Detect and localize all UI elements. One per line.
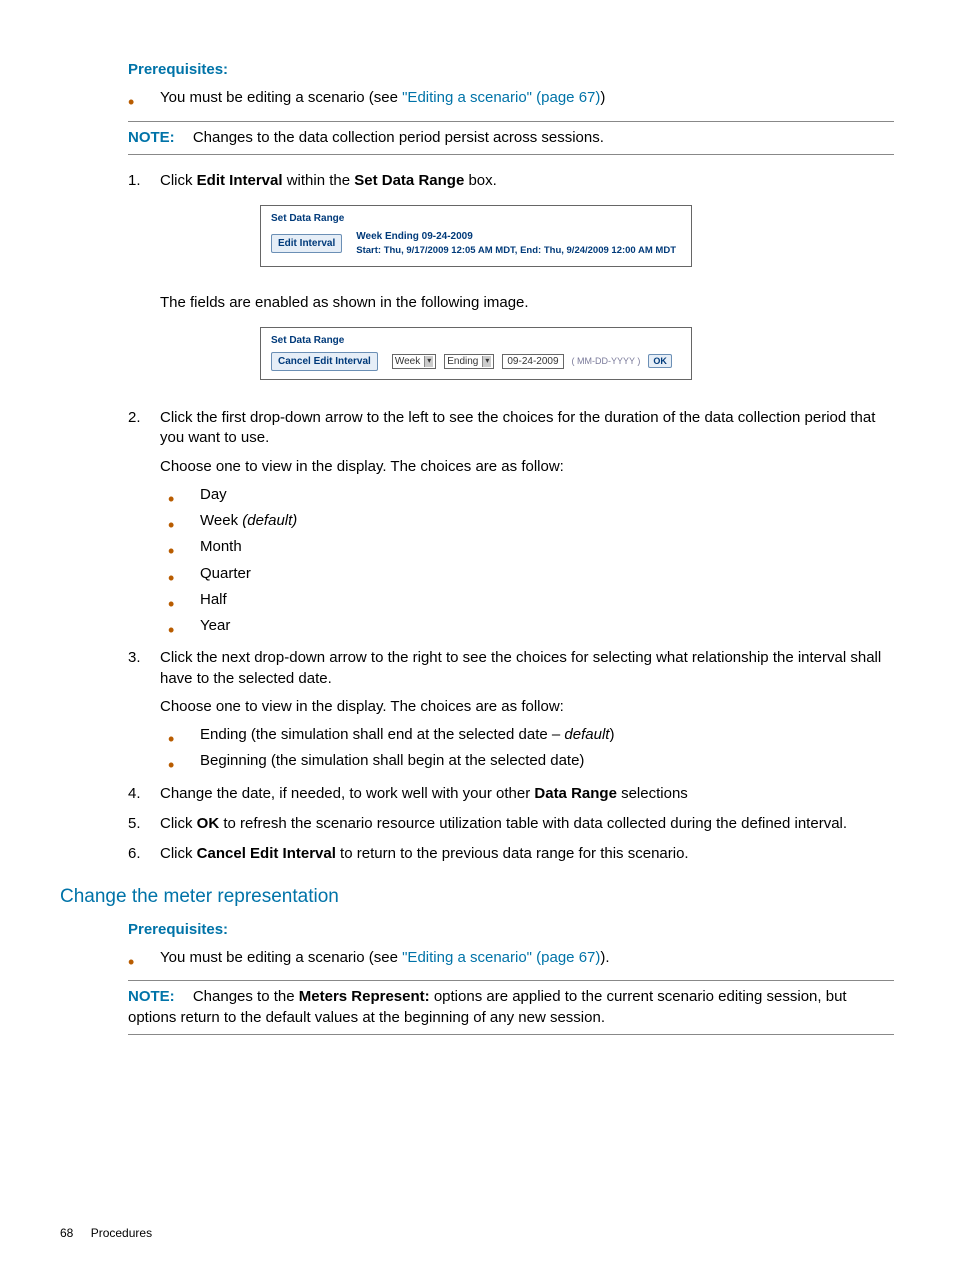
duration-options-list: Day Week (default) Month Quarter Half Ye… [60,485,894,637]
page-footer: 68 Procedures [60,1225,152,1241]
step-5: Click OK to refresh the scenario resourc… [60,814,894,834]
note-text: Changes to the data collection period pe… [193,129,604,146]
step1-followup: The fields are enabled as shown in the f… [160,293,894,313]
step-2: Click the first drop-down arrow to the l… [60,408,894,636]
step6-post: to return to the previous data range for… [336,845,689,862]
option-quarter: Quarter [60,564,894,584]
fig1-line1: Week Ending 09-24-2009 [356,230,676,244]
note-box-2: NOTE: Changes to the Meters Represent: o… [128,980,894,1035]
step3-p1: Click the next drop-down arrow to the ri… [160,649,881,686]
option-half: Half [60,590,894,610]
option-beginning: Beginning (the simulation shall begin at… [60,751,894,771]
note2-pre: Changes to the [193,988,299,1005]
date-format-hint: ( MM-DD-YYYY ) [572,355,641,367]
step-3: Click the next drop-down arrow to the ri… [60,648,894,771]
prereq-item: You must be editing a scenario (see "Edi… [60,88,894,108]
procedure-steps: Click Edit Interval within the Set Data … [60,171,894,865]
option-ending: Ending (the simulation shall end at the … [60,725,894,745]
note-box: NOTE: Changes to the data collection per… [128,121,894,155]
step1-b1: Edit Interval [197,172,283,189]
chevron-down-icon: ▾ [424,356,433,367]
ok-button[interactable]: OK [648,354,672,368]
step3-p2: Choose one to view in the display. The c… [160,697,894,717]
prereq-text-suffix: ) [600,89,605,106]
step6-pre: Click [160,845,197,862]
prereq-item-2: You must be editing a scenario (see "Edi… [60,948,894,968]
option-week-label: Week [200,512,242,529]
prereq2-prefix: You must be editing a scenario (see [160,949,402,966]
fig1-title: Set Data Range [271,212,681,226]
option-ending-pre: Ending (the simulation shall end at the … [200,726,564,743]
step4-post: selections [617,785,688,802]
fig2-title: Set Data Range [271,334,681,348]
prereq-list-2: You must be editing a scenario (see "Edi… [60,948,894,968]
footer-title: Procedures [91,1226,152,1240]
prereq-text-prefix: You must be editing a scenario (see [160,89,402,106]
fig1-line2: Start: Thu, 9/17/2009 12:05 AM MDT, End:… [356,245,676,258]
option-ending-post: ) [609,726,614,743]
step1-post: box. [464,172,497,189]
option-week: Week (default) [60,511,894,531]
prereq2-suffix: ). [600,949,609,966]
step5-pre: Click [160,815,197,832]
step-4: Change the date, if needed, to work well… [60,784,894,804]
chevron-down-icon: ▾ [482,356,491,367]
prereq-list: You must be editing a scenario (see "Edi… [60,88,894,108]
relation-select-value: Ending [447,355,478,369]
note2-b1: Meters Represent: [299,988,430,1005]
edit-interval-button[interactable]: Edit Interval [271,234,342,254]
step2-p2: Choose one to view in the display. The c… [160,457,894,477]
duration-select-value: Week [395,355,420,369]
option-year: Year [60,616,894,636]
option-ending-default: default [564,726,609,743]
date-input[interactable]: 09-24-2009 [502,354,563,370]
prerequisites-heading-2: Prerequisites: [128,920,894,940]
section-heading-meter: Change the meter representation [60,884,894,910]
figure-set-data-range-editable: Set Data Range Cancel Edit Interval Week… [260,327,692,380]
step2-p1: Click the first drop-down arrow to the l… [160,409,875,446]
duration-select[interactable]: Week ▾ [392,354,436,370]
note-label: NOTE: [128,129,175,146]
option-day: Day [60,485,894,505]
option-month: Month [60,537,894,557]
step-6: Click Cancel Edit Interval to return to … [60,844,894,864]
page-number: 68 [60,1226,73,1240]
link-editing-scenario-2[interactable]: "Editing a scenario" (page 67) [402,949,600,966]
step4-b1: Data Range [534,785,617,802]
link-editing-scenario[interactable]: "Editing a scenario" (page 67) [402,89,600,106]
step1-b2: Set Data Range [354,172,464,189]
cancel-edit-interval-button[interactable]: Cancel Edit Interval [271,352,378,372]
step-1: Click Edit Interval within the Set Data … [60,171,894,398]
figure-set-data-range-readonly: Set Data Range Edit Interval Week Ending… [260,205,692,267]
prerequisites-heading: Prerequisites: [128,60,894,80]
step5-b1: OK [197,815,220,832]
option-week-default: (default) [242,512,297,529]
note-label-2: NOTE: [128,988,175,1005]
step1-pre: Click [160,172,197,189]
relation-select[interactable]: Ending ▾ [444,354,494,370]
step6-b1: Cancel Edit Interval [197,845,336,862]
step1-mid: within the [283,172,355,189]
step4-pre: Change the date, if needed, to work well… [160,785,534,802]
step5-post: to refresh the scenario resource utiliza… [219,815,847,832]
relation-options-list: Ending (the simulation shall end at the … [60,725,894,772]
